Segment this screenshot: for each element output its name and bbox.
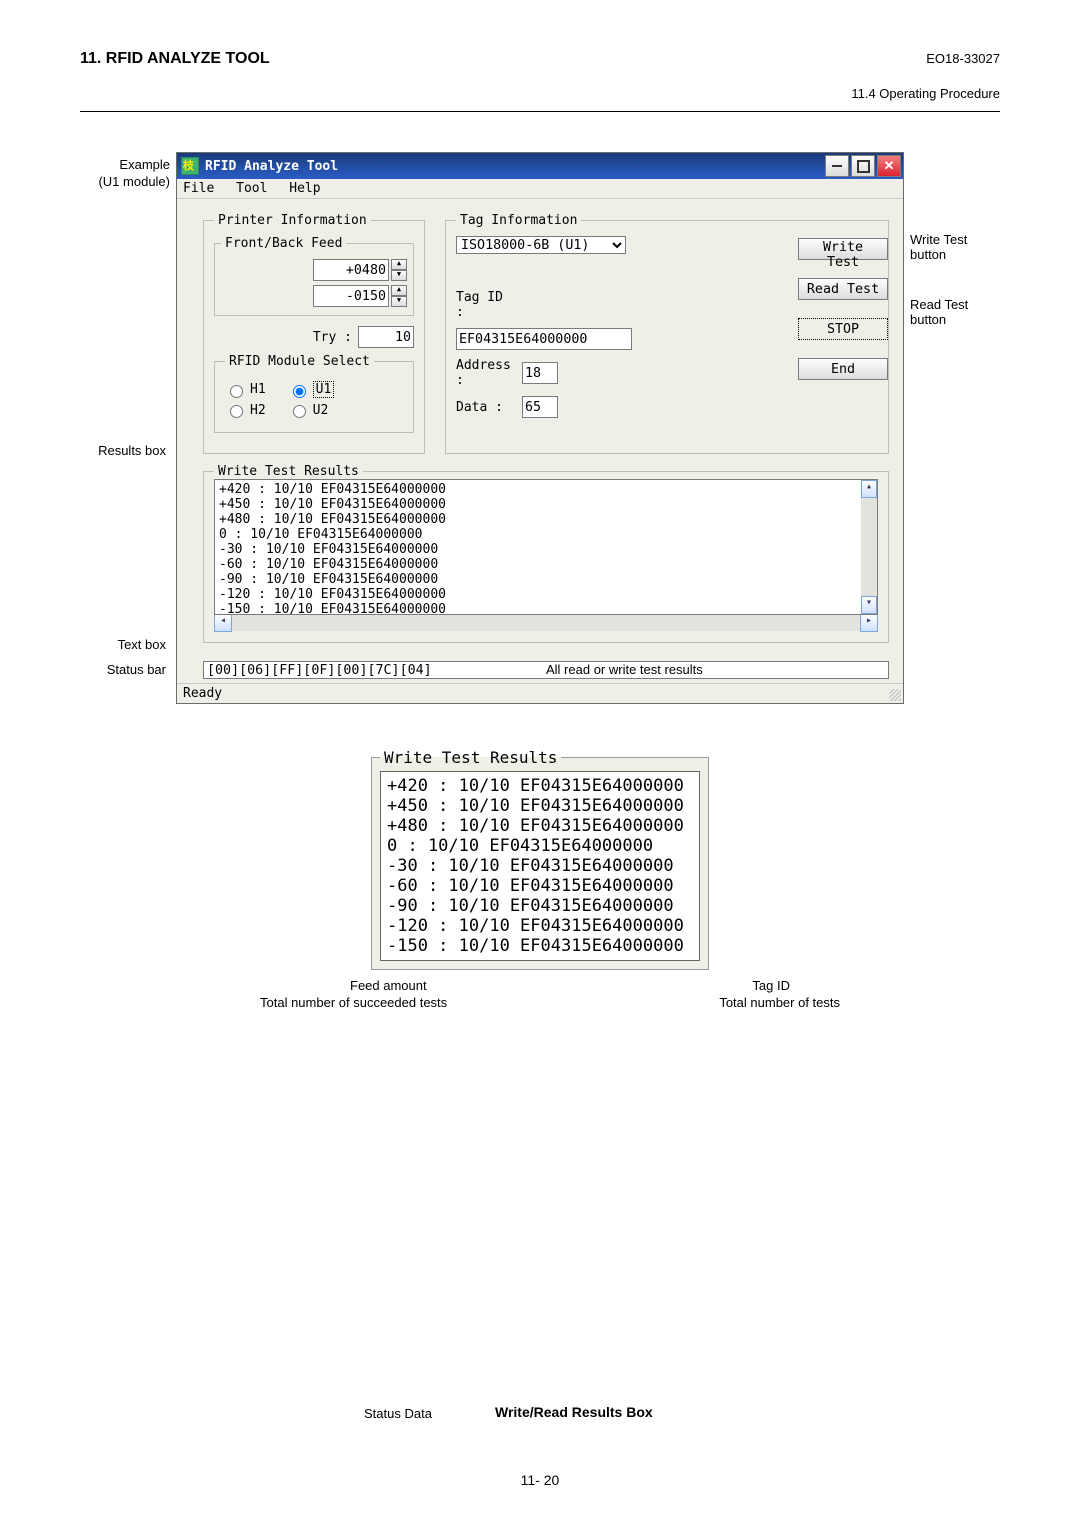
try-label: Try : [313, 330, 352, 345]
back-feed-input[interactable] [313, 285, 389, 307]
feed-legend: Front/Back Feed [221, 236, 346, 251]
app-window: RFID Analyze Tool ✕ File Tool Help Print… [176, 152, 904, 704]
minimize-icon[interactable] [825, 155, 849, 177]
resize-grip-icon[interactable] [889, 689, 901, 701]
titlebar: RFID Analyze Tool ✕ [177, 153, 903, 179]
window-title: RFID Analyze Tool [205, 159, 338, 174]
scrollbar-horizontal[interactable] [232, 614, 860, 631]
protocol-select[interactable]: ISO18000-6B (U1) [456, 236, 626, 254]
maximize-icon[interactable] [851, 155, 875, 177]
annot-succeeded: Total number of succeeded tests [260, 995, 447, 1010]
annot-status-data: Status Data [364, 1406, 432, 1421]
wr-results-list: +420 : 10/10 EF04315E64000000 +450 : 10/… [380, 771, 700, 961]
divider [80, 111, 1000, 112]
tag-info-group: Tag Information ISO18000-6B (U1) Tag ID … [445, 213, 889, 454]
spin-up-icon[interactable]: ▲ [391, 259, 407, 270]
label-example: Example [80, 157, 170, 172]
doc-code: EO18-33027 [926, 51, 1000, 66]
spin-up-icon[interactable]: ▲ [391, 285, 407, 296]
label-write-test-button: Write Test button [910, 232, 1000, 262]
address-label: Address : [456, 358, 516, 388]
results-legend: Write Test Results [214, 464, 363, 479]
subsection: 11.4 Operating Procedure [80, 86, 1000, 101]
label-module: (U1 module) [80, 174, 170, 189]
scroll-down-icon[interactable]: ▾ [861, 596, 877, 614]
try-input[interactable] [358, 326, 414, 348]
radio-h2[interactable]: H2 [225, 402, 266, 418]
label-read-test-button: Read Test button [910, 297, 1000, 327]
menubar: File Tool Help [177, 179, 903, 199]
end-button[interactable]: End [798, 358, 888, 380]
feed-group: Front/Back Feed ▲▼ ▲▼ [214, 236, 414, 316]
data-input[interactable] [522, 396, 558, 418]
tagid-field [456, 328, 632, 350]
wr-results-legend: Write Test Results [380, 748, 561, 767]
results-list: +420 : 10/10 EF04315E64000000 +450 : 10/… [214, 479, 878, 615]
menu-file[interactable]: File [183, 181, 214, 196]
rfid-module-legend: RFID Module Select [225, 354, 374, 369]
spin-down-icon[interactable]: ▼ [391, 270, 407, 281]
status-text: Ready [183, 686, 222, 701]
label-status-bar: Status bar [80, 662, 170, 677]
scroll-right-icon[interactable]: ▸ [860, 614, 878, 632]
app-icon [181, 157, 199, 175]
status-bar: Ready [177, 683, 903, 703]
label-text-box: Text box [80, 637, 170, 652]
annot-all-results: All read or write test results [546, 662, 703, 677]
wr-results-box: Write Test Results +420 : 10/10 EF04315E… [371, 748, 709, 970]
address-input[interactable] [522, 362, 558, 384]
spin-down-icon[interactable]: ▼ [391, 296, 407, 307]
printer-info-legend: Printer Information [214, 213, 371, 228]
annot-wr-title: Write/Read Results Box [495, 1404, 653, 1420]
radio-u2[interactable]: U2 [288, 402, 329, 418]
menu-tool[interactable]: Tool [236, 181, 267, 196]
tag-info-legend: Tag Information [456, 213, 581, 228]
close-icon[interactable]: ✕ [877, 155, 901, 177]
annot-feed-amount: Feed amount [350, 978, 427, 993]
rfid-module-group: RFID Module Select H1 U1 H2 U2 [214, 354, 414, 433]
menu-help[interactable]: Help [289, 181, 320, 196]
scrollbar-vertical[interactable]: ▴ ▾ [861, 480, 877, 614]
radio-h1[interactable]: H1 [225, 381, 266, 398]
front-feed-input[interactable] [313, 259, 389, 281]
read-test-button[interactable]: Read Test [798, 278, 888, 300]
radio-u1[interactable]: U1 [288, 381, 335, 398]
page-number: 11- 20 [0, 1472, 1080, 1488]
write-test-button[interactable]: Write Test [798, 238, 888, 260]
scroll-up-icon[interactable]: ▴ [861, 480, 877, 498]
data-label: Data : [456, 400, 516, 415]
label-results-box: Results box [80, 443, 170, 458]
annot-tag-id: Tag ID [752, 978, 790, 993]
stop-button[interactable]: STOP [798, 318, 888, 340]
printer-info-group: Printer Information Front/Back Feed ▲▼ ▲… [203, 213, 425, 454]
page-heading: 11. RFID ANALYZE TOOL [80, 50, 270, 68]
scroll-left-icon[interactable]: ◂ [214, 614, 232, 632]
tagid-label: Tag ID : [456, 290, 516, 320]
results-group: Write Test Results +420 : 10/10 EF04315E… [203, 464, 889, 643]
annot-total: Total number of tests [719, 995, 840, 1010]
